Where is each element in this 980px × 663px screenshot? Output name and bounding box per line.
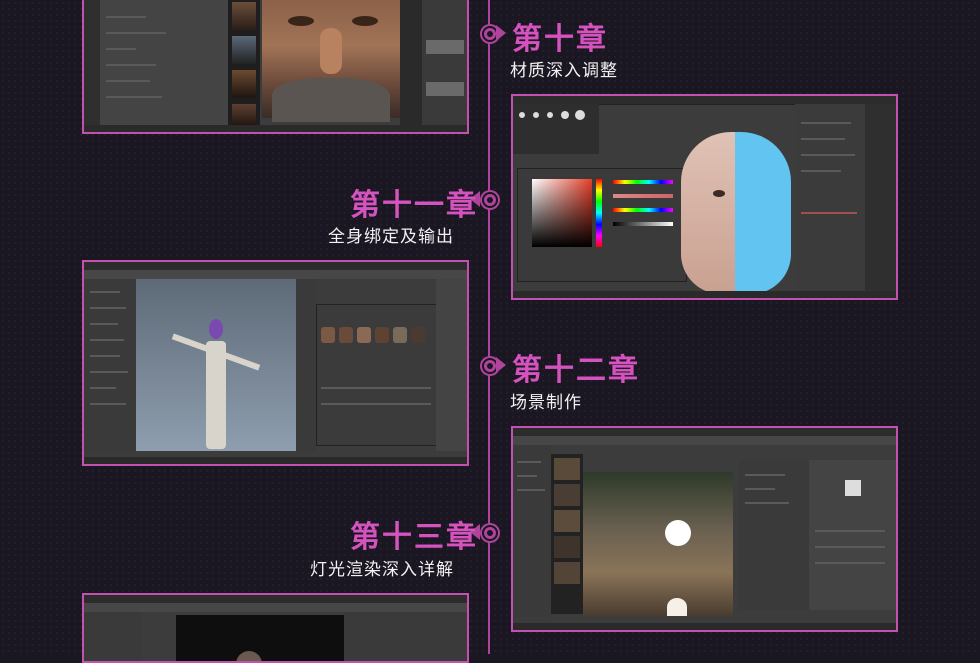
avatar-thumbnail-icon[interactable] [339, 327, 353, 343]
character-thumbnail-icon[interactable] [232, 36, 256, 64]
chapter-subtitle: 场景制作 [510, 393, 582, 413]
tool-bar[interactable] [513, 436, 896, 445]
render-sphere-icon[interactable] [665, 520, 691, 546]
side-menu[interactable] [865, 104, 896, 298]
hue-slider[interactable] [596, 179, 602, 247]
render-viewport[interactable] [583, 472, 733, 616]
layer-settings[interactable] [603, 174, 679, 252]
character-head-icon [236, 651, 262, 661]
timeline-line [488, 0, 490, 654]
graph-panel [422, 0, 467, 132]
brush-palette[interactable] [513, 104, 599, 154]
attribute-panel[interactable] [344, 612, 467, 661]
head-model-icon[interactable] [681, 132, 791, 294]
avatar-thumbnail-icon[interactable] [375, 327, 389, 343]
chapter-subtitle: 材质深入调整 [510, 61, 618, 81]
color-picker-icon[interactable] [532, 179, 592, 247]
chapter-title: 第十章 [512, 22, 608, 57]
chapter-title: 第十二章 [512, 353, 640, 388]
tool-bar[interactable] [84, 270, 467, 279]
face-closeup-screenshot [82, 0, 469, 134]
viewport-strip [400, 0, 422, 132]
lighting-screenshot [82, 593, 469, 663]
avatar-thumbnail-icon[interactable] [411, 327, 425, 343]
status-bar [84, 125, 467, 132]
rig-viewport[interactable] [136, 279, 296, 451]
beard [272, 78, 390, 122]
tool-bar[interactable] [84, 603, 467, 612]
outliner-panel[interactable] [84, 612, 142, 661]
body-rig-screenshot [82, 260, 469, 466]
eye-right [352, 16, 378, 26]
hypershade-panel[interactable] [739, 460, 809, 610]
status-bar [513, 291, 896, 298]
chapter-subtitle: 灯光渲染深入详解 [310, 560, 454, 580]
light-icon[interactable] [667, 598, 687, 616]
character-dialog[interactable] [316, 304, 438, 446]
chapter-subtitle: 全身绑定及输出 [328, 227, 454, 247]
scene-screenshot [511, 426, 898, 632]
outliner-panel[interactable] [513, 445, 551, 617]
right-panel[interactable] [436, 279, 467, 451]
left-panel [84, 0, 100, 132]
avatar-thumbnail-icon[interactable] [393, 327, 407, 343]
timeline-node [482, 192, 498, 208]
avatar-thumbnail-icon[interactable] [321, 327, 335, 343]
outliner-panel[interactable] [795, 104, 865, 298]
status-bar [513, 623, 896, 630]
attribute-editor[interactable] [809, 460, 896, 610]
timeline-arrow [496, 357, 506, 373]
chapter-title: 第十一章 [350, 188, 478, 223]
skeleton-rig-icon [171, 319, 261, 449]
timeline-node [482, 525, 498, 541]
material-screenshot [511, 94, 898, 300]
character-thumbnail-icon[interactable] [232, 70, 256, 98]
nose [320, 28, 342, 74]
attribute-panel[interactable] [296, 279, 316, 451]
face-viewport[interactable] [262, 0, 400, 122]
character-thumbnail-icon[interactable] [232, 2, 256, 30]
status-bar [84, 457, 467, 464]
eye-left [288, 16, 314, 26]
outliner-panel[interactable] [84, 279, 136, 451]
timeline-arrow [496, 25, 506, 41]
attribute-panel [100, 0, 228, 132]
thumbnail-column [228, 0, 260, 132]
asset-strip[interactable] [551, 454, 583, 614]
chapter-title: 第十三章 [350, 520, 478, 555]
avatar-thumbnail-icon[interactable] [357, 327, 371, 343]
